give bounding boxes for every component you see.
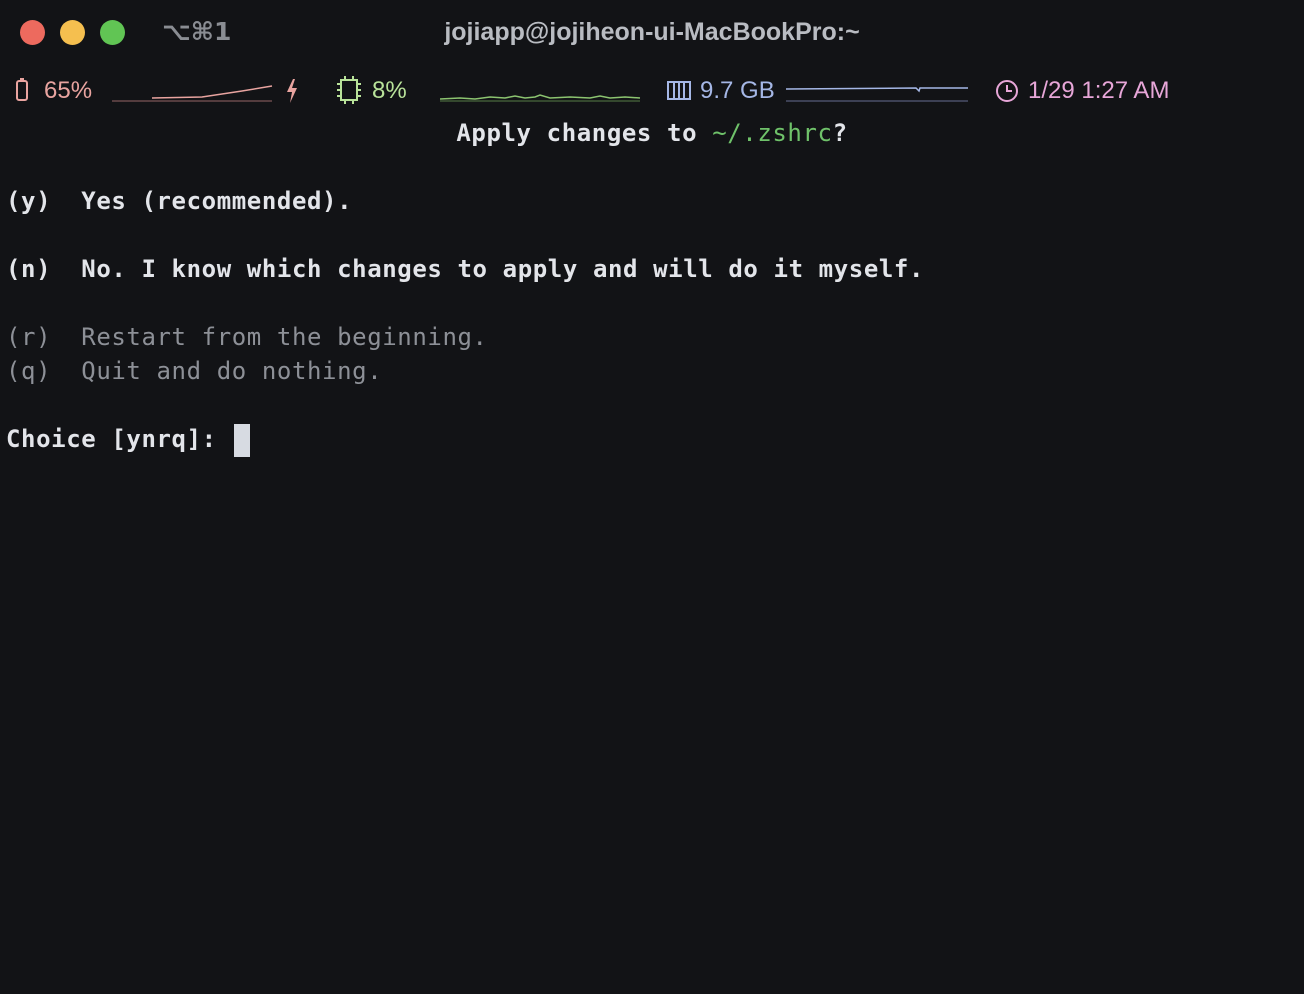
cpu-value: 8% (372, 77, 407, 104)
prompt-title-prefix: Apply changes to (456, 119, 713, 147)
battery-value: 65% (44, 77, 93, 104)
bolt-icon (287, 79, 297, 103)
option-yes: (y) Yes (recommended). (6, 184, 352, 218)
option-key: (y) (6, 187, 52, 215)
prompt-title-suffix: ? (832, 119, 848, 147)
cpu-chip-icon (337, 76, 361, 104)
cpu-graph (440, 94, 641, 102)
window-title: jojiapp@jojiheon-ui-MacBookPro:~ (444, 18, 860, 46)
memory-graph (786, 87, 968, 102)
option-key: (n) (6, 255, 52, 283)
memory-value: 9.7 GB (700, 77, 775, 104)
choice-label: Choice [ynrq]: (6, 425, 232, 453)
prompt-title-path: ~/.zshrc (712, 119, 833, 147)
option-label: Quit and do nothing. (81, 357, 383, 385)
option-key: (q) (6, 357, 52, 385)
memory-icon (667, 81, 691, 100)
option-label: Restart from the beginning. (81, 323, 488, 351)
option-key: (r) (6, 323, 52, 351)
option-quit: (q) Quit and do nothing. (6, 354, 382, 388)
option-label: No. I know which changes to apply and wi… (81, 255, 925, 283)
option-label: Yes (recommended). (81, 187, 353, 215)
clock-icon (996, 80, 1018, 102)
terminal-window: ⌥⌘1 jojiapp@jojiheon-ui-MacBookPro:~ 65% (0, 0, 1304, 994)
clock-value: 1/29 1:27 AM (1028, 77, 1170, 104)
option-no: (n) No. I know which changes to apply an… (6, 252, 924, 286)
prompt-title: Apply changes to ~/.zshrc? (0, 116, 1304, 150)
status-bar: 65% 8% 9.7 GB 1/29 1:27 AM (0, 70, 1304, 112)
title-bar: ⌥⌘1 jojiapp@jojiheon-ui-MacBookPro:~ (0, 0, 1304, 64)
battery-icon (16, 78, 28, 101)
choice-prompt[interactable]: Choice [ynrq]: (6, 422, 250, 457)
option-restart: (r) Restart from the beginning. (6, 320, 488, 354)
battery-graph (112, 85, 273, 102)
text-cursor[interactable] (233, 423, 250, 457)
